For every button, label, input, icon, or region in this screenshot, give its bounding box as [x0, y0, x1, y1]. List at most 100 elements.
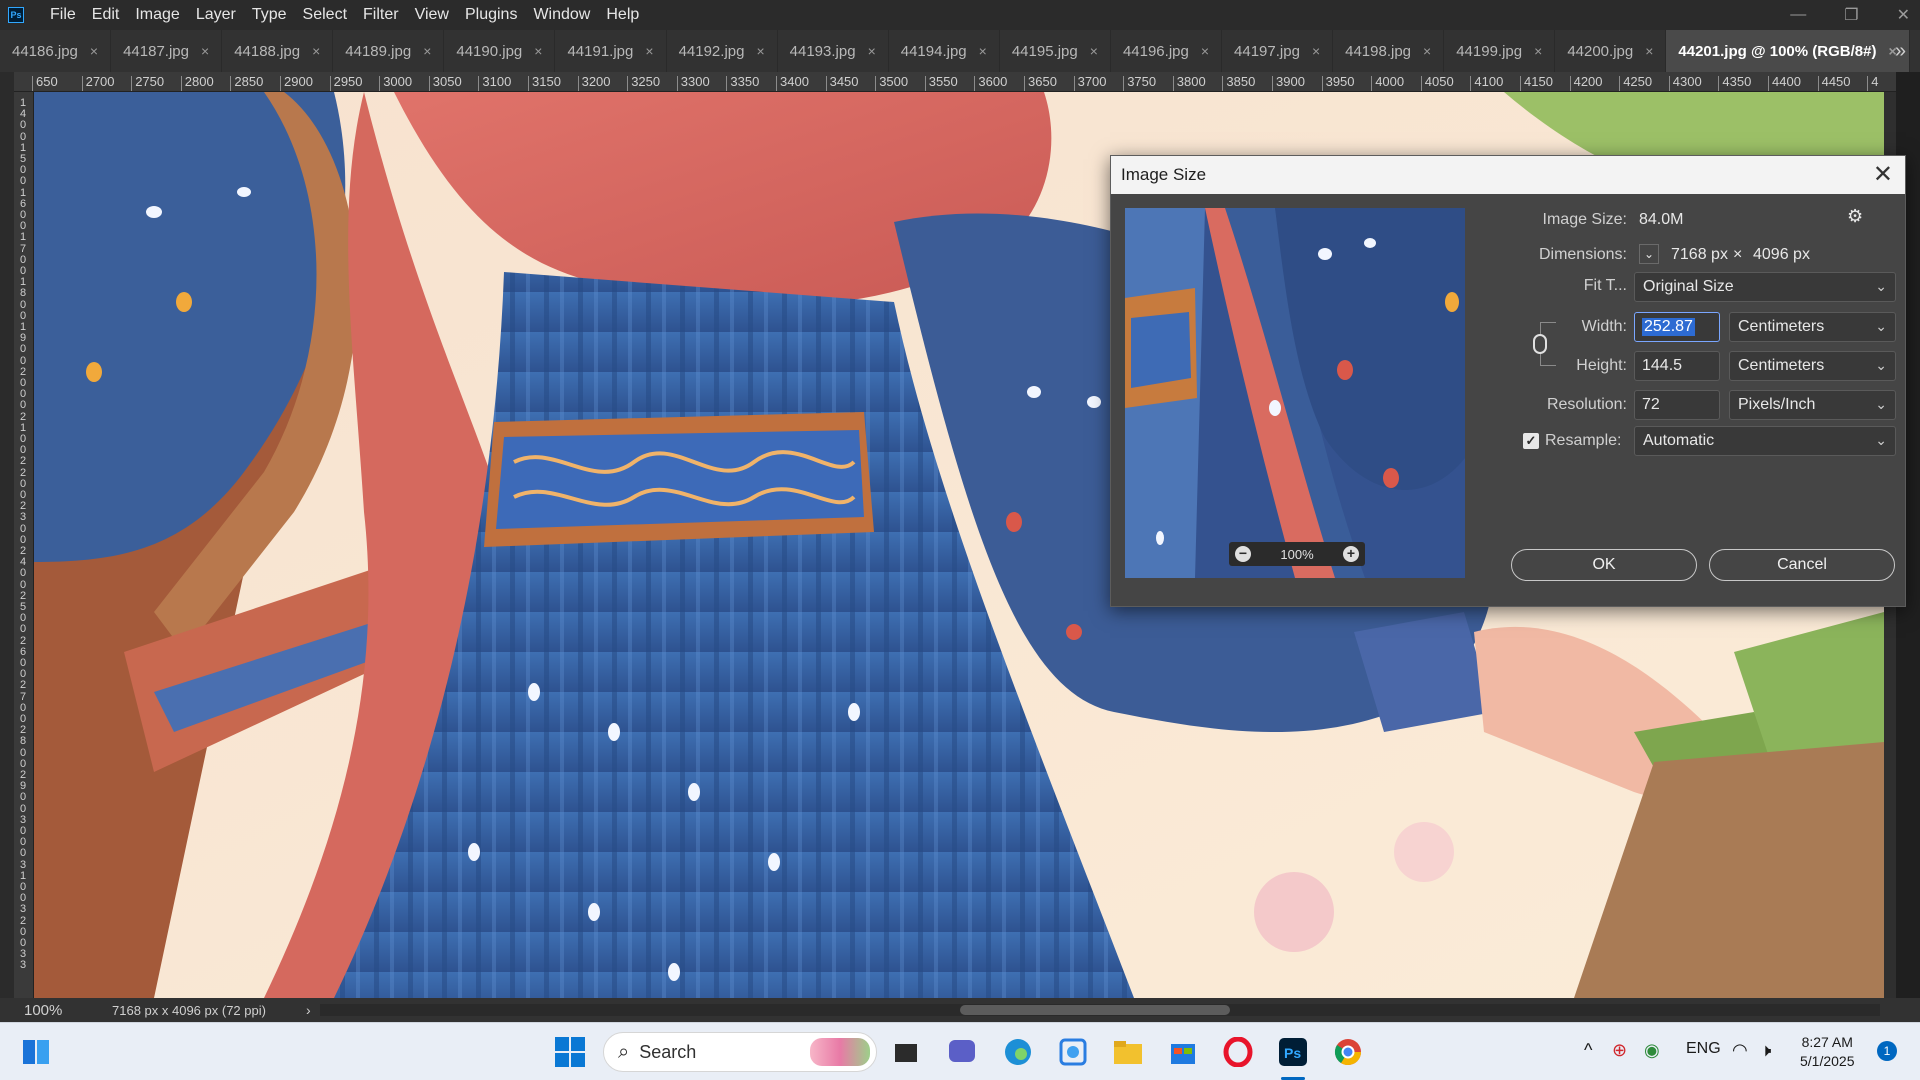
dialog-titlebar[interactable]: Image Size ✕: [1111, 156, 1905, 194]
microsoft-store-icon[interactable]: [1167, 1036, 1199, 1068]
chrome-browser-icon[interactable]: [1332, 1036, 1364, 1068]
menu-select[interactable]: Select: [295, 0, 355, 30]
cancel-button[interactable]: Cancel: [1709, 549, 1895, 581]
document-tab[interactable]: 44186.jpg ×: [0, 30, 112, 72]
width-input[interactable]: 252.87: [1634, 312, 1720, 342]
tab-close-icon[interactable]: ×: [1201, 43, 1209, 59]
tab-close-icon[interactable]: ×: [201, 43, 209, 59]
settings-gear-icon[interactable]: ⚙: [1847, 206, 1863, 227]
widgets-icon[interactable]: [20, 1036, 52, 1068]
document-tab[interactable]: 44199.jpg ×: [1444, 30, 1556, 72]
system-clock[interactable]: 8:27 AM 5/1/2025: [1800, 1033, 1855, 1071]
menu-edit[interactable]: Edit: [84, 0, 128, 30]
document-tab[interactable]: 44190.jpg ×: [444, 30, 556, 72]
image-preview[interactable]: − 100% +: [1125, 208, 1465, 578]
ruler-tick-label: 2700: [81, 74, 115, 91]
file-explorer-icon[interactable]: [1112, 1036, 1144, 1068]
status-menu-arrow-icon[interactable]: ›: [306, 1002, 311, 1018]
start-windows-icon[interactable]: [554, 1036, 586, 1068]
document-tab[interactable]: 44195.jpg ×: [1000, 30, 1111, 72]
tab-close-icon[interactable]: ×: [534, 43, 542, 59]
ruler-tick-label: 4450: [1817, 74, 1851, 91]
tab-label: 44190.jpg: [456, 42, 523, 60]
zoom-in-icon[interactable]: +: [1343, 546, 1359, 562]
edge-browser-icon[interactable]: [1002, 1036, 1034, 1068]
network-globe-icon[interactable]: ◉: [1644, 1040, 1660, 1061]
resample-select[interactable]: Automatic ⌄: [1634, 426, 1896, 456]
tab-close-icon[interactable]: ×: [756, 43, 764, 59]
resample-checkbox[interactable]: ✓: [1523, 433, 1539, 449]
minimize-button[interactable]: —: [1790, 6, 1806, 24]
tab-close-icon[interactable]: ×: [1423, 43, 1431, 59]
horizontal-ruler[interactable]: 650 2700 2750 2800 2850 2900 2950 3000 3050 3100 3…: [14, 72, 1896, 92]
menu-plugins[interactable]: Plugins: [457, 0, 525, 30]
document-tab[interactable]: 44194.jpg ×: [889, 30, 1000, 72]
menu-type[interactable]: Type: [244, 0, 295, 30]
menu-file[interactable]: File: [42, 0, 84, 30]
document-tab[interactable]: 44193.jpg ×: [778, 30, 889, 72]
ruler-tick-label: 1: [19, 231, 27, 244]
document-tab[interactable]: 44198.jpg ×: [1333, 30, 1445, 72]
width-unit-select[interactable]: Centimeters ⌄: [1729, 312, 1896, 342]
horizontal-scrollbar[interactable]: [320, 1004, 1880, 1016]
tab-overflow-icon[interactable]: »: [1895, 40, 1906, 63]
close-window-button[interactable]: ✕: [1897, 5, 1910, 25]
screenshot-tool-icon[interactable]: [1057, 1036, 1089, 1068]
tab-close-icon[interactable]: ×: [1090, 43, 1098, 59]
menu-layer[interactable]: Layer: [188, 0, 244, 30]
menu-help[interactable]: Help: [598, 0, 647, 30]
wifi-icon[interactable]: ◠: [1732, 1040, 1748, 1061]
tray-overflow-icon[interactable]: ^: [1584, 1040, 1592, 1061]
restore-button[interactable]: ❐: [1844, 5, 1858, 25]
document-tab[interactable]: 44191.jpg ×: [555, 30, 667, 72]
teams-chat-icon[interactable]: [946, 1036, 978, 1068]
tab-close-icon[interactable]: ×: [979, 43, 987, 59]
menu-image[interactable]: Image: [127, 0, 187, 30]
resolution-input[interactable]: 72: [1634, 390, 1720, 420]
document-tab[interactable]: 44189.jpg ×: [333, 30, 445, 72]
vertical-ruler[interactable]: 1400150016001700180019002000210022002300…: [14, 92, 34, 998]
menu-window[interactable]: Window: [525, 0, 598, 30]
document-tab[interactable]: 44201.jpg @ 100% (RGB/8#) ×: [1666, 30, 1910, 72]
photoshop-taskbar-icon[interactable]: Ps: [1277, 1036, 1309, 1068]
ruler-tick-label: 0: [19, 746, 27, 759]
vpn-globe-icon[interactable]: ⊕: [1612, 1040, 1627, 1061]
opera-browser-icon[interactable]: [1222, 1036, 1254, 1068]
link-icon[interactable]: [1533, 334, 1547, 354]
photoshop-logo-icon[interactable]: Ps: [8, 7, 24, 23]
menu-filter[interactable]: Filter: [355, 0, 407, 30]
taskbar-search-box[interactable]: ⌕ Search: [603, 1032, 877, 1072]
tab-close-icon[interactable]: ×: [423, 43, 431, 59]
resolution-unit-select[interactable]: Pixels/Inch ⌄: [1729, 390, 1896, 420]
task-view-icon[interactable]: [890, 1036, 922, 1068]
document-tab[interactable]: 44200.jpg ×: [1555, 30, 1667, 72]
language-indicator[interactable]: ENG: [1686, 1040, 1721, 1058]
ruler-tick-label: 0: [19, 791, 27, 804]
width-unit: Centimeters: [1738, 318, 1825, 335]
zoom-out-icon[interactable]: −: [1235, 546, 1251, 562]
document-tab[interactable]: 44188.jpg ×: [222, 30, 334, 72]
fit-to-select[interactable]: Original Size ⌄: [1634, 272, 1896, 302]
dialog-close-button[interactable]: ✕: [1873, 161, 1893, 189]
tab-close-icon[interactable]: ×: [1645, 43, 1653, 59]
scrollbar-thumb[interactable]: [960, 1005, 1230, 1015]
document-tab[interactable]: 44192.jpg ×: [667, 30, 778, 72]
tab-close-icon[interactable]: ×: [312, 43, 320, 59]
clock-date: 5/1/2025: [1800, 1053, 1855, 1069]
tab-close-icon[interactable]: ×: [645, 43, 653, 59]
tab-close-icon[interactable]: ×: [868, 43, 876, 59]
document-tab[interactable]: 44197.jpg ×: [1222, 30, 1334, 72]
zoom-level[interactable]: 100%: [24, 1002, 84, 1019]
ok-button[interactable]: OK: [1511, 549, 1697, 581]
height-unit-select[interactable]: Centimeters ⌄: [1729, 351, 1896, 381]
height-input[interactable]: 144.5: [1634, 351, 1720, 381]
document-tab[interactable]: 44187.jpg ×: [111, 30, 223, 72]
dimensions-dropdown-chevron-icon[interactable]: ⌄: [1639, 244, 1659, 264]
volume-muted-icon[interactable]: 🕨: [1760, 1040, 1771, 1061]
document-tab[interactable]: 44196.jpg ×: [1111, 30, 1223, 72]
tab-close-icon[interactable]: ×: [1534, 43, 1542, 59]
tab-close-icon[interactable]: ×: [1312, 43, 1320, 59]
tab-close-icon[interactable]: ×: [90, 43, 98, 59]
notification-badge[interactable]: 1: [1877, 1041, 1897, 1061]
menu-view[interactable]: View: [407, 0, 457, 30]
